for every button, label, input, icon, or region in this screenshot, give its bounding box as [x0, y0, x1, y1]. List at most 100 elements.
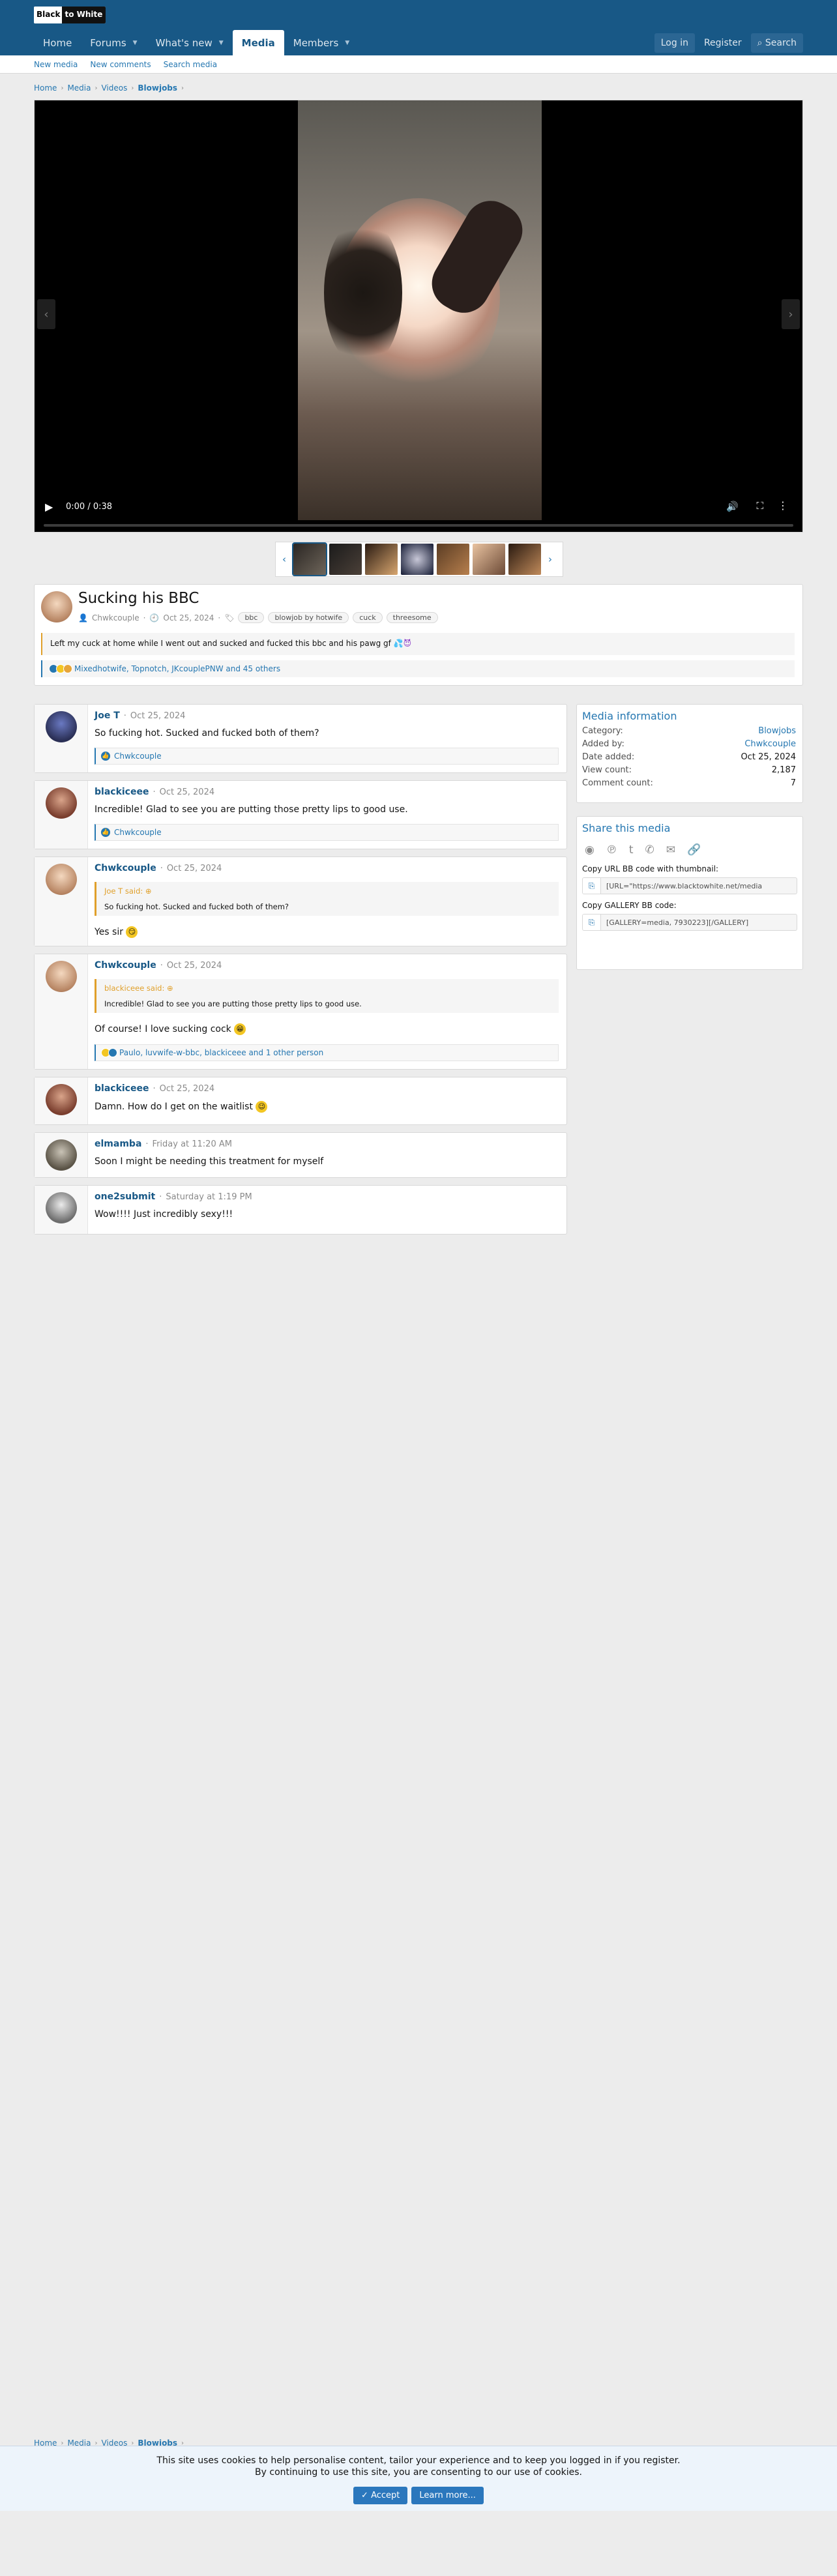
fullscreen-icon[interactable]: ⛶ [756, 500, 763, 512]
quote-header[interactable]: blackiceee said: ⊕ [104, 984, 551, 993]
volume-icon[interactable]: 🔊 [726, 501, 739, 512]
info-label: Date added: [582, 752, 635, 762]
subnav-new-comments[interactable]: New comments [90, 60, 151, 69]
thumbnail[interactable] [401, 544, 433, 575]
media-description: Left my cuck at home while I went out an… [41, 633, 795, 655]
copy-url-field[interactable]: ⎘ [URL="https://www.blacktowhite.net/medi… [582, 877, 797, 894]
nav-media[interactable]: Media [232, 30, 284, 55]
comment-header: Chwkcouple · Oct 25, 2024 [95, 960, 222, 971]
register-button[interactable]: Register [698, 33, 748, 53]
quote-author: Joe T said: [104, 886, 143, 896]
avatar[interactable] [46, 961, 77, 992]
nav-home[interactable]: Home [34, 30, 81, 55]
pinterest-icon[interactable]: ℗ [606, 843, 617, 856]
prev-media-arrow-icon[interactable]: ‹ [37, 299, 55, 329]
video-time: 0:00 / 0:38 [66, 502, 113, 512]
comment-user[interactable]: blackiceee [95, 787, 149, 797]
chevron-right-icon[interactable]: › [544, 553, 556, 565]
breadcrumb-blowjobs[interactable]: Blowjobs [138, 83, 177, 93]
learn-more-button[interactable]: Learn more... [411, 2487, 484, 2504]
thumbnail[interactable] [508, 544, 541, 575]
nav-forums[interactable]: Forums ▼ [81, 30, 146, 55]
login-button[interactable]: Log in [654, 33, 695, 53]
comment-user[interactable]: Chwkcouple [95, 863, 156, 873]
chevron-down-icon[interactable]: ▼ [345, 40, 349, 46]
thumbnail[interactable] [437, 544, 469, 575]
comment-body: Yes sir 😏 [95, 926, 138, 938]
media-reactions[interactable]: Mixedhotwife, Topnotch, JKcouplePNW and … [41, 660, 795, 677]
chevron-down-icon[interactable]: ▼ [219, 40, 224, 46]
avatar[interactable] [46, 864, 77, 895]
like-icon: 👍 [101, 828, 110, 837]
subnav-new-media[interactable]: New media [34, 60, 78, 69]
avatar[interactable] [46, 1192, 77, 1223]
quote-header[interactable]: Joe T said: ⊕ [104, 886, 551, 896]
copy-gallery-field[interactable]: ⎘ [GALLERY=media, 7930223][/GALLERY] [582, 914, 797, 931]
email-icon[interactable]: ✉ [666, 843, 675, 856]
copy-icon[interactable]: ⎘ [583, 878, 601, 894]
media-author[interactable]: Chwkcouple [92, 613, 140, 622]
next-media-arrow-icon[interactable]: › [782, 299, 800, 329]
comment-likes-text: Chwkcouple [114, 752, 162, 761]
thumbnail[interactable] [365, 544, 398, 575]
video-progress-bar[interactable] [44, 524, 793, 527]
video-frame [298, 100, 542, 520]
more-options-icon[interactable]: ⋮ [778, 499, 788, 512]
check-icon: ✓ [361, 2491, 372, 2500]
video-player[interactable]: ‹ › ▶ 0:00 / 0:38 🔊 ⛶ ⋮ [34, 100, 803, 533]
avatar[interactable] [46, 1139, 77, 1171]
copy-icon[interactable]: ⎘ [583, 915, 601, 930]
like-icon [108, 1048, 117, 1057]
search-button[interactable]: ⌕ Search [750, 33, 803, 53]
info-label: View count: [582, 765, 632, 775]
accept-button[interactable]: ✓ Accept [353, 2487, 408, 2504]
avatar[interactable] [46, 787, 77, 819]
comment-likes[interactable]: 👍 Chwkcouple [95, 748, 559, 765]
grin-emoji-icon: 😁 [234, 1023, 246, 1035]
comment-header: blackiceee · Oct 25, 2024 [95, 787, 215, 797]
share-icons: ◉ ℗ t ✆ ✉ 🔗 [577, 838, 802, 862]
thumbnail[interactable] [473, 544, 505, 575]
comment-likes[interactable]: 👍 Chwkcouple [95, 824, 559, 841]
comment-likes[interactable]: Paulo, luvwife-w-bbc, blackiceee and 1 o… [95, 1044, 559, 1061]
breadcrumb-videos[interactable]: Videos [101, 83, 127, 93]
info-value-added-by[interactable]: Chwkcouple [744, 739, 796, 752]
comment: blackiceee · Oct 25, 2024 Incredible! Glad… [34, 780, 567, 849]
avatar[interactable] [46, 711, 77, 742]
whatsapp-icon[interactable]: ✆ [645, 843, 654, 856]
video-subject-hair [324, 218, 402, 368]
media-info-block: Sucking his BBC 👤 Chwkcouple · 🕘 Oct 25, 20… [34, 584, 803, 686]
media-thumbnail-strip: ‹ › [275, 542, 563, 577]
tag-blowjob[interactable]: blowjob by hotwife [268, 612, 349, 623]
info-value-category[interactable]: Blowjobs [758, 726, 796, 739]
nav-whats-new[interactable]: What's new ▼ [147, 30, 233, 55]
tag-bbc[interactable]: bbc [238, 612, 265, 623]
thumbnail[interactable] [292, 542, 327, 576]
tumblr-icon[interactable]: t [629, 843, 634, 856]
comment-user[interactable]: elmamba [95, 1139, 141, 1149]
author-avatar[interactable] [41, 591, 72, 622]
avatar[interactable] [46, 1084, 77, 1115]
site-logo[interactable]: Black to White [34, 7, 106, 23]
link-icon[interactable]: 🔗 [687, 843, 701, 856]
copy-gallery-label: Copy GALLERY BB code: [582, 901, 677, 910]
comment-user[interactable]: blackiceee [95, 1083, 149, 1094]
tag-cuck[interactable]: cuck [353, 612, 383, 623]
breadcrumb-media[interactable]: Media [67, 83, 91, 93]
comment: Chwkcouple · Oct 25, 2024 Joe T said: ⊕ So… [34, 856, 567, 946]
nav-members[interactable]: Members ▼ [284, 30, 359, 55]
subnav-search-media[interactable]: Search media [164, 60, 217, 69]
nav-members-label: Members [293, 37, 339, 49]
cookie-text-2: By continuing to use this site, you are … [255, 2467, 582, 2478]
comment-user[interactable]: Joe T [95, 710, 120, 721]
tag-threesome[interactable]: threesome [386, 612, 438, 623]
chevron-down-icon[interactable]: ▼ [133, 40, 138, 46]
quote-block: blackiceee said: ⊕ Incredible! Glad to s… [95, 979, 559, 1013]
comment-user[interactable]: one2submit [95, 1192, 155, 1202]
breadcrumb-home[interactable]: Home [34, 83, 57, 93]
chevron-left-icon[interactable]: ‹ [278, 553, 290, 565]
play-icon[interactable]: ▶ [45, 501, 53, 513]
thumbnail[interactable] [329, 544, 362, 575]
reddit-icon[interactable]: ◉ [585, 843, 595, 856]
comment-user[interactable]: Chwkcouple [95, 960, 156, 971]
